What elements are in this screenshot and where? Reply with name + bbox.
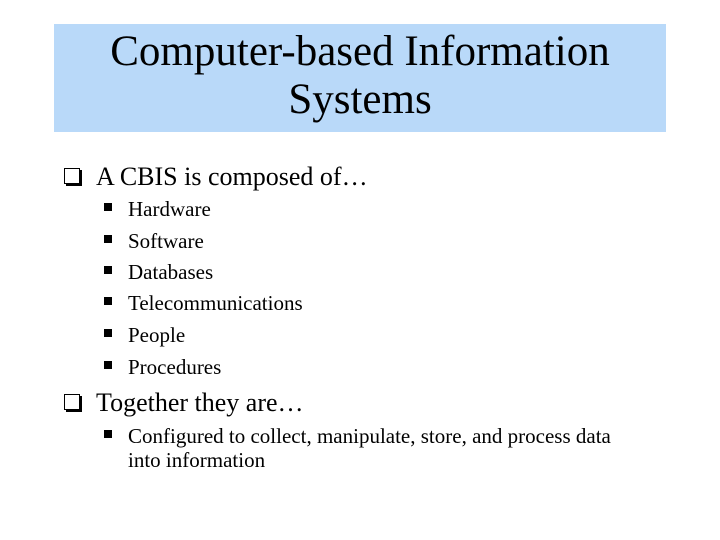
sub-bullet-text: Software	[128, 229, 204, 253]
sub-bullet: Telecommunications	[104, 291, 303, 315]
sub-bullet-text: Configured to collect, manipulate, store…	[128, 424, 611, 472]
hollow-square-bullet-icon	[64, 168, 80, 185]
sub-bullet: Hardware	[104, 197, 211, 221]
slide-title: Computer-based Information Systems	[110, 28, 610, 123]
square-bullet-icon	[104, 297, 112, 305]
sub-bullet: Configured to collect, manipulate, store…	[104, 424, 638, 472]
square-bullet-icon	[104, 235, 112, 243]
sub-bullet: People	[104, 323, 185, 347]
bullet-2-text: Together they are…	[96, 388, 304, 417]
bullet-1: A CBIS is composed of…	[64, 162, 368, 192]
sub-bullet: Databases	[104, 260, 213, 284]
square-bullet-icon	[104, 203, 112, 211]
sub-bullet: Procedures	[104, 355, 221, 379]
sub-bullet-text: Procedures	[128, 355, 222, 379]
sub-bullet-text: People	[128, 323, 186, 347]
sub-bullet-text: Hardware	[128, 197, 211, 221]
square-bullet-icon	[104, 430, 112, 438]
bullet-2: Together they are…	[64, 388, 304, 418]
bullet-1-text: A CBIS is composed of…	[96, 162, 368, 191]
sub-bullet: Software	[104, 229, 204, 253]
square-bullet-icon	[104, 266, 112, 274]
title-box: Computer-based Information Systems	[54, 24, 666, 132]
hollow-square-bullet-icon	[64, 394, 80, 411]
sub-bullet-text: Databases	[128, 260, 214, 284]
sub-bullet-text: Telecommunications	[128, 291, 303, 315]
square-bullet-icon	[104, 329, 112, 337]
square-bullet-icon	[104, 361, 112, 369]
